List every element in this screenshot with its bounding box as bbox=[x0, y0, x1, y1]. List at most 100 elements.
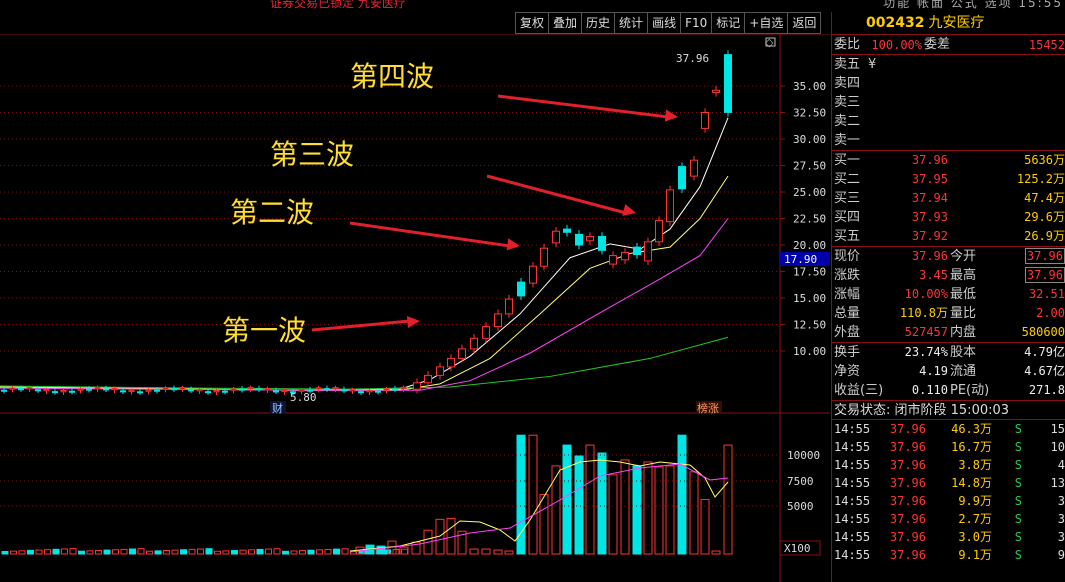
stat-value: 110.8万 bbox=[899, 306, 948, 320]
tick-v: 46.3万 bbox=[951, 422, 992, 436]
sell-row[interactable]: 卖二 bbox=[832, 112, 1065, 131]
sell-row[interactable]: 卖四 bbox=[832, 74, 1065, 93]
candle-body bbox=[230, 388, 237, 391]
stat-row: 涨跌 3.45 最高 37.96 bbox=[832, 266, 1065, 285]
stat-row: 涨幅 10.00% 最低 32.51 bbox=[832, 285, 1065, 304]
bang-marker[interactable]: 榜涨 bbox=[697, 401, 719, 415]
candle-body bbox=[103, 388, 109, 391]
volume-bar bbox=[222, 550, 230, 555]
tick-t: 14:55 bbox=[834, 422, 871, 436]
stat-row: 净资 4.19 流通 4.67亿 bbox=[832, 362, 1065, 381]
mark-button[interactable]: 标记 bbox=[711, 12, 745, 34]
buy-price: 37.93 bbox=[911, 210, 948, 224]
tick-row[interactable]: 14:55 37.96 16.7万 S 10 bbox=[832, 438, 1065, 456]
tick-n: 10 bbox=[1050, 440, 1065, 454]
candle-body bbox=[712, 89, 720, 93]
buy-row[interactable]: 买四 37.93 29.6万 bbox=[832, 208, 1065, 227]
volume-bar bbox=[95, 549, 102, 555]
buy-label: 买五 bbox=[834, 229, 861, 244]
tick-row[interactable]: 14:55 37.96 3.8万 S 4 bbox=[832, 456, 1065, 474]
volume-bar bbox=[632, 465, 642, 555]
wave-one-label: 第一波 bbox=[222, 314, 306, 347]
candle-body bbox=[505, 298, 513, 315]
kline-chart[interactable]: 35.00 32.50 30.00 27.50 25.00 22.50 20.00 17.50… bbox=[0, 34, 830, 582]
stat-row: 总量 110.8万 量比 2.00 bbox=[832, 304, 1065, 323]
stat-label: 今开 bbox=[950, 249, 977, 264]
arrow-head bbox=[664, 109, 678, 122]
annotation-arrows bbox=[311, 94, 678, 332]
sell-label: 卖二 bbox=[834, 114, 861, 129]
stat-value: 32.51 bbox=[984, 285, 1065, 304]
volume-bar bbox=[551, 465, 561, 555]
buy-label: 买三 bbox=[834, 191, 861, 206]
sell-row[interactable]: 卖一 bbox=[832, 131, 1065, 150]
candle-body bbox=[621, 251, 629, 261]
volume-bar bbox=[239, 549, 247, 555]
tick-p: 37.96 bbox=[889, 548, 926, 562]
tick-row[interactable]: 14:55 37.96 14.8万 S 13 bbox=[832, 474, 1065, 492]
candle-body bbox=[120, 390, 126, 393]
stat-value: 527457 bbox=[904, 325, 948, 339]
sell-row[interactable]: 卖三 bbox=[832, 93, 1065, 112]
buy-row[interactable]: 买三 37.94 47.4万 bbox=[832, 189, 1065, 208]
candle-body bbox=[324, 388, 330, 391]
price-stats: 现价 37.96 今开 37.96 涨跌 3.45 最高 37.96 涨幅 10.00% 最低 32.… bbox=[832, 246, 1065, 342]
f10-button[interactable]: F10 bbox=[680, 12, 712, 34]
statistics-button[interactable]: 统计 bbox=[614, 12, 648, 34]
stat-value-text: 2.00 bbox=[1036, 306, 1065, 320]
cai-marker[interactable]: 财 bbox=[272, 401, 283, 415]
top-menu[interactable]: 功能 帐面 公式 选项 15:55 bbox=[883, 0, 1063, 11]
volume-bar bbox=[316, 549, 323, 555]
history-button[interactable]: 历史 bbox=[581, 12, 615, 34]
volume-bar bbox=[643, 461, 653, 555]
candle-body bbox=[196, 389, 203, 392]
stat-value: 0.110 bbox=[911, 383, 948, 397]
candle-body bbox=[392, 388, 398, 391]
tick-n: 9 bbox=[1057, 548, 1065, 562]
buy-volume: 29.6万 bbox=[1024, 210, 1065, 224]
stat-value-text: 271.8 bbox=[1028, 383, 1065, 397]
arrow-shaft bbox=[311, 319, 411, 332]
current-price-label: 17.90 bbox=[784, 253, 817, 266]
add-watchlist-button[interactable]: +自选 bbox=[744, 12, 788, 34]
overlay-button[interactable]: 叠加 bbox=[548, 12, 582, 34]
candle-body bbox=[586, 236, 594, 242]
stat-value-text: 580600 bbox=[1021, 325, 1065, 339]
sell-row[interactable]: 卖五 ¥ bbox=[832, 55, 1065, 74]
volume-bar bbox=[78, 550, 85, 555]
candle-body bbox=[18, 388, 24, 391]
stat-value-text: 4.79亿 bbox=[1024, 345, 1065, 359]
volume-bar bbox=[273, 548, 281, 555]
buy-row[interactable]: 买一 37.96 5636万 bbox=[832, 151, 1065, 170]
buy-price: 37.95 bbox=[911, 172, 948, 186]
price-tick-label: 30.00 bbox=[793, 133, 826, 146]
volume-bar bbox=[27, 549, 34, 555]
candle-body bbox=[154, 389, 160, 392]
tick-p: 37.96 bbox=[889, 458, 926, 472]
candle-body bbox=[666, 189, 674, 223]
stat-value: 37.96 bbox=[911, 249, 948, 263]
draw-line-button[interactable]: 画线 bbox=[647, 12, 681, 34]
tick-row[interactable]: 14:55 37.96 3.0万 S 3 bbox=[832, 528, 1065, 546]
candle-body bbox=[633, 246, 641, 256]
volume-bar bbox=[35, 549, 43, 555]
fuquan-button[interactable]: 复权 bbox=[515, 12, 549, 34]
tick-row[interactable]: 14:55 37.96 2.7万 S 3 bbox=[832, 510, 1065, 528]
candle-body bbox=[26, 387, 33, 390]
volume-bar bbox=[711, 550, 721, 555]
buy-row[interactable]: 买二 37.95 125.2万 bbox=[832, 170, 1065, 189]
tick-row[interactable]: 14:55 37.96 9.9万 S 3 bbox=[832, 492, 1065, 510]
stat-label: 内盘 bbox=[950, 325, 977, 340]
back-button[interactable]: 返回 bbox=[787, 12, 822, 34]
tick-row[interactable]: 14:55 37.96 46.3万 S 15 bbox=[832, 420, 1065, 438]
candle-body bbox=[341, 389, 347, 392]
stat-label: PE(动) bbox=[950, 383, 990, 398]
volume-bar bbox=[469, 548, 479, 555]
ma5-line bbox=[0, 117, 729, 391]
buy-row[interactable]: 买五 37.92 26.9万 bbox=[832, 227, 1065, 246]
tick-row[interactable]: 14:55 37.96 9.1万 S 9 bbox=[832, 546, 1065, 564]
candle-body bbox=[137, 391, 143, 394]
candle-body bbox=[332, 387, 339, 390]
candle-body bbox=[111, 387, 118, 391]
tick-t: 14:55 bbox=[834, 440, 871, 454]
